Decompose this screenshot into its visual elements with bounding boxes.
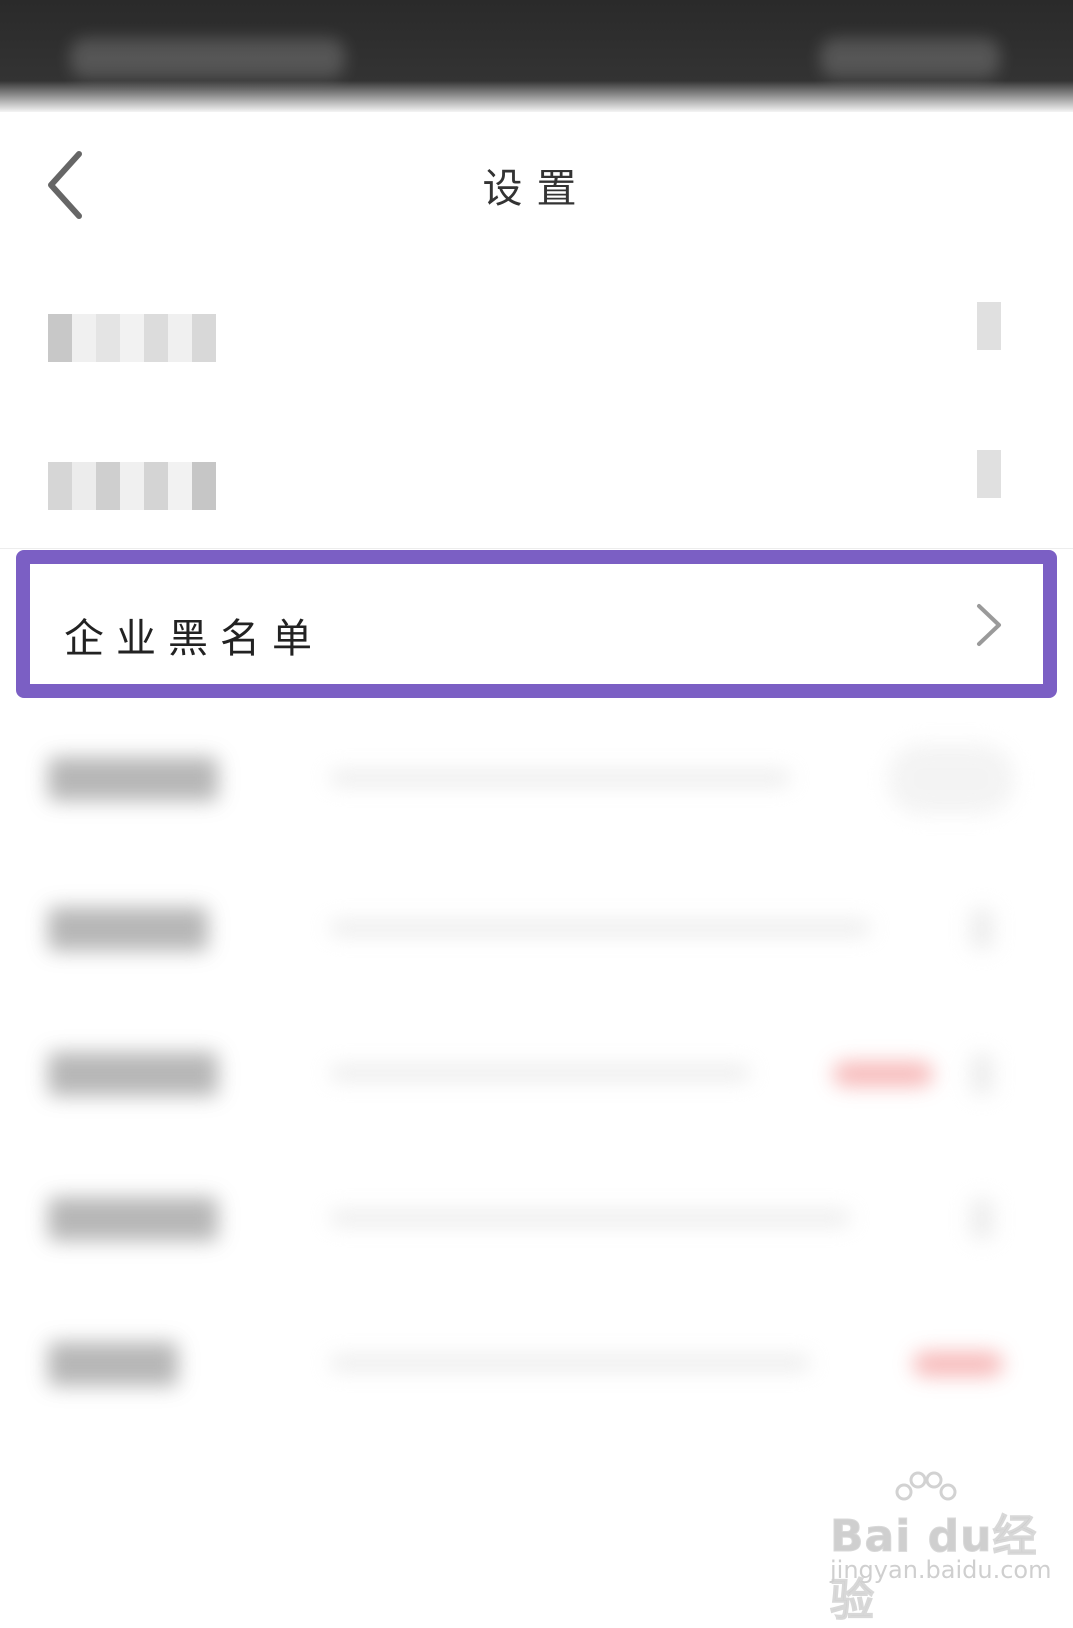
enterprise-blacklist-label: 企业黑名单 — [64, 616, 324, 662]
toggle-switch — [889, 745, 1013, 813]
masked-right-value — [977, 302, 1001, 350]
baidu-jingyan-watermark: Bai du经验 jingyan.baidu.com — [830, 1470, 1052, 1627]
blurred-settings-list — [0, 705, 1073, 1465]
status-bar-left-blurred — [70, 38, 345, 78]
page-title: 设置 — [482, 166, 591, 212]
masked-right-value — [977, 450, 1001, 498]
enterprise-blacklist-item[interactable]: 企业黑名单 — [16, 550, 1057, 698]
nav-bar: 设置 — [0, 112, 1073, 251]
blurred-row — [0, 1290, 1073, 1438]
blurred-row — [0, 1145, 1073, 1293]
status-bar — [0, 0, 1073, 112]
blurred-row — [0, 1000, 1073, 1148]
status-bar-right-blurred — [820, 38, 1000, 78]
settings-row-masked-2[interactable] — [0, 398, 1073, 549]
chevron-right-icon — [977, 604, 1001, 646]
masked-label — [48, 314, 216, 362]
settings-row-masked-1[interactable] — [0, 250, 1073, 399]
watermark-url: jingyan.baidu.com — [830, 1556, 1052, 1584]
blurred-row — [0, 855, 1073, 1003]
blurred-row — [0, 705, 1073, 853]
masked-label — [48, 462, 216, 510]
